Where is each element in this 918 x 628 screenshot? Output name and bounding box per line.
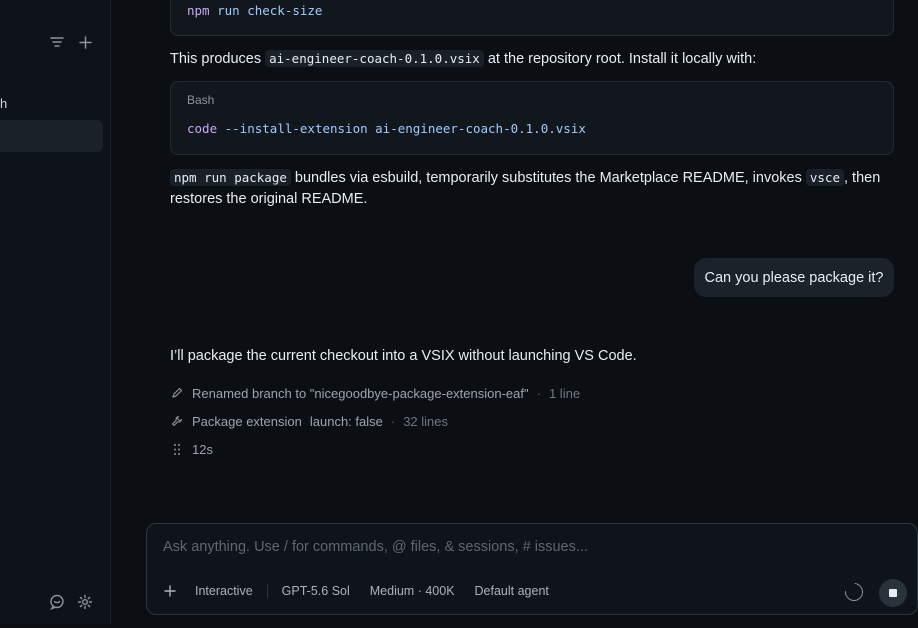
wrench-icon bbox=[170, 414, 184, 428]
inline-code: vsce bbox=[805, 169, 844, 186]
effort-selector[interactable]: Medium · 400K bbox=[370, 584, 455, 598]
pencil-icon bbox=[170, 386, 184, 400]
gear-icon[interactable] bbox=[76, 593, 94, 611]
chat-panel: npm run check-size This produces ai-engi… bbox=[112, 0, 918, 624]
bash-code-block: Bash code --install-extension ai-enginee… bbox=[170, 81, 894, 155]
tool-call-meta: 1 line bbox=[548, 385, 581, 401]
tool-call-label: Package extension bbox=[192, 413, 302, 429]
tool-call-arg: launch: false bbox=[309, 413, 383, 429]
model-selector[interactable]: GPT-5.6 Sol bbox=[282, 584, 350, 598]
stop-button[interactable] bbox=[879, 579, 907, 607]
tool-call-row[interactable]: Package extension launch: false · 32 lin… bbox=[170, 412, 448, 430]
mode-selector[interactable]: Interactive bbox=[195, 584, 253, 598]
composer-toolbar: Interactive GPT-5.6 Sol Medium · 400K De… bbox=[163, 584, 549, 598]
tool-call-meta: 32 lines bbox=[403, 413, 449, 429]
assistant-paragraph: This produces ai-engineer-coach-0.1.0.vs… bbox=[170, 48, 900, 70]
divider bbox=[266, 584, 268, 598]
assistant-paragraph: npm run package bundles via esbuild, tem… bbox=[170, 167, 900, 210]
attach-plus-icon[interactable] bbox=[163, 584, 177, 598]
code-line: npm run check-size bbox=[187, 3, 322, 18]
sidebar: h bbox=[0, 0, 111, 624]
stop-icon bbox=[889, 589, 897, 597]
drag-handle-icon bbox=[170, 442, 184, 456]
app-window: h npm run check-size This produces ai-en… bbox=[0, 0, 918, 628]
paragraph-text: bundles via esbuild, temporarily substit… bbox=[290, 170, 806, 186]
plus-icon[interactable] bbox=[76, 33, 94, 51]
assistant-reply: I’ll package the current checkout into a… bbox=[170, 348, 637, 364]
sidebar-item-selected[interactable] bbox=[0, 120, 103, 152]
code-language-label: Bash bbox=[187, 93, 215, 107]
separator-dot: · bbox=[536, 385, 541, 401]
message-input[interactable] bbox=[163, 539, 893, 555]
code-line: code --install-extension ai-engineer-coa… bbox=[187, 121, 586, 136]
code-args: --install-extension ai-engineer-coach-0.… bbox=[217, 121, 586, 136]
inline-code: npm run package bbox=[170, 169, 291, 186]
composer: Interactive GPT-5.6 Sol Medium · 400K De… bbox=[146, 523, 918, 615]
code-block: npm run check-size bbox=[170, 0, 894, 36]
loading-spinner-icon bbox=[841, 579, 867, 605]
paragraph-text: at the repository root. Install it local… bbox=[483, 51, 757, 67]
elapsed-time: 12s bbox=[192, 441, 213, 457]
feedback-icon[interactable] bbox=[48, 593, 66, 611]
inline-code: ai-engineer-coach-0.1.0.vsix bbox=[265, 50, 484, 67]
user-message: Can you please package it? bbox=[694, 258, 894, 297]
separator-dot: · bbox=[390, 413, 396, 429]
filter-icon[interactable] bbox=[48, 33, 66, 51]
paragraph-text: This produces bbox=[170, 51, 266, 67]
code-args: run check-size bbox=[209, 3, 323, 18]
code-command: npm bbox=[187, 3, 210, 18]
tool-call-row[interactable]: Renamed branch to "nicegoodbye-package-e… bbox=[170, 384, 580, 402]
tool-call-label: Renamed branch to "nicegoodbye-package-e… bbox=[192, 385, 529, 401]
agent-selector[interactable]: Default agent bbox=[475, 584, 549, 598]
progress-row: 12s bbox=[170, 440, 213, 458]
sidebar-section-label: h bbox=[0, 96, 8, 111]
code-command: code bbox=[187, 121, 218, 136]
